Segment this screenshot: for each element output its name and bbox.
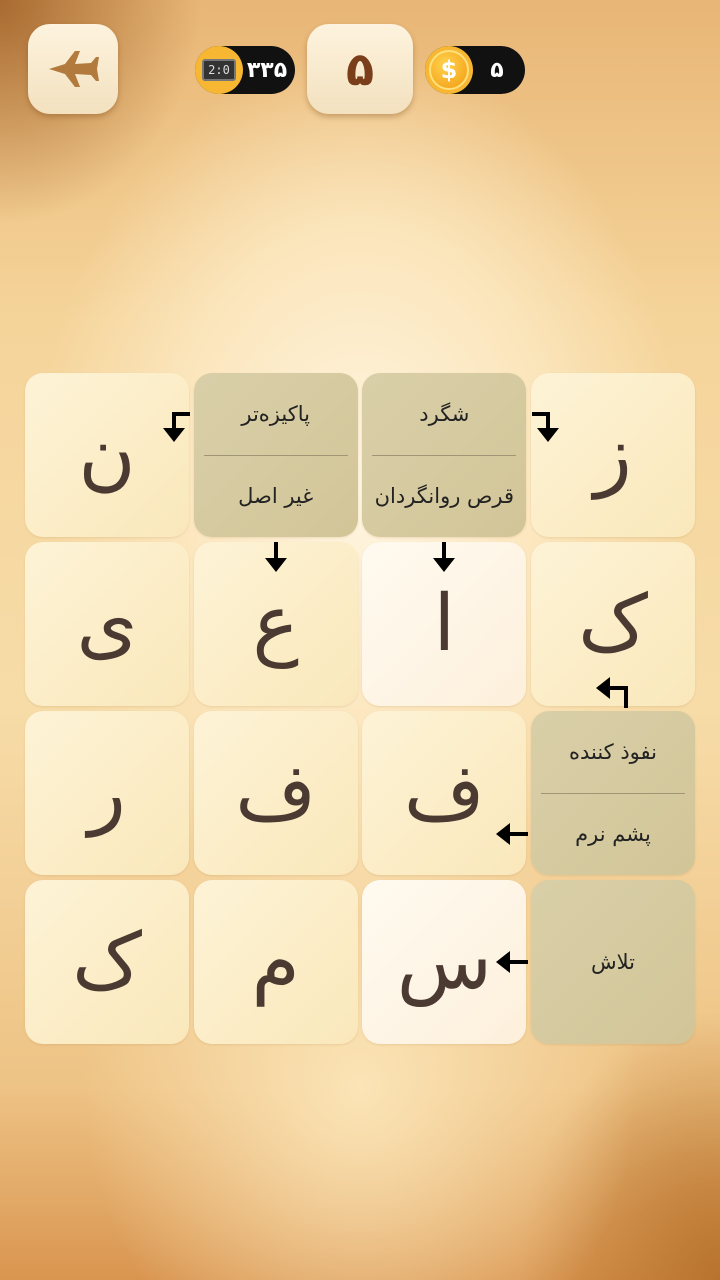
grid-cell[interactable]: ر bbox=[25, 711, 189, 875]
clue-text: نفوذ کننده bbox=[568, 739, 657, 764]
clue-text: پشم نرم bbox=[575, 822, 651, 847]
clue-cell: تلاش bbox=[530, 880, 695, 1044]
score-pill: 2:0 ۳۳۵ bbox=[195, 46, 295, 94]
clue-cell: پاکیزه‌تر غیر اصل bbox=[193, 373, 358, 537]
coins-pill[interactable]: $ ۵ bbox=[425, 46, 525, 94]
grid-cell[interactable]: م bbox=[193, 880, 358, 1044]
grid-cell[interactable]: ی bbox=[25, 542, 189, 706]
arrow-up-left-icon bbox=[596, 677, 628, 708]
cell-letter: ز bbox=[594, 410, 632, 500]
cell-letter: م bbox=[251, 917, 300, 1007]
coins-value: ۵ bbox=[490, 57, 504, 83]
arrow-left-icon bbox=[496, 951, 528, 973]
clock-icon: 2:0 bbox=[195, 46, 243, 94]
coin-face: $ bbox=[429, 50, 469, 90]
cell-letter: ن bbox=[78, 410, 136, 500]
cell-letter: ا bbox=[433, 579, 456, 669]
cell-letter: ف bbox=[403, 748, 485, 838]
arrow-down-icon bbox=[433, 542, 455, 572]
grid-cell[interactable]: ن bbox=[25, 373, 189, 537]
clue-text: پاکیزه‌تر bbox=[241, 401, 310, 426]
clue-cell: شگرد قرص روانگردان bbox=[362, 373, 527, 537]
clue-text: قرص روانگردان bbox=[374, 484, 515, 509]
cell-letter: ی bbox=[76, 579, 138, 669]
clue-cell: نفوذ کننده پشم نرم bbox=[530, 711, 695, 875]
level-number: ۵ bbox=[307, 24, 413, 114]
cell-letter: ر bbox=[88, 748, 126, 838]
clue-text: غیر اصل bbox=[238, 484, 314, 509]
arrow-right-down-icon bbox=[532, 412, 559, 442]
cell-letter: ک bbox=[72, 917, 142, 1007]
airplane-back-icon bbox=[49, 51, 99, 87]
clue-text: تلاش bbox=[590, 950, 635, 974]
back-button[interactable] bbox=[28, 24, 118, 114]
cell-letter: ف bbox=[235, 748, 317, 838]
clue-text: شگرد bbox=[419, 401, 470, 426]
cell-letter: ک bbox=[578, 579, 648, 669]
cell-letter: ع bbox=[252, 579, 299, 669]
cell-letter: س bbox=[396, 917, 492, 1007]
arrow-left-icon bbox=[496, 823, 528, 845]
score-value: ۳۳۵ bbox=[246, 57, 288, 83]
arrow-down-icon bbox=[265, 542, 287, 572]
coin-icon: $ bbox=[425, 46, 473, 94]
grid-cell[interactable]: ز bbox=[530, 373, 695, 537]
arrow-left-down-icon bbox=[163, 412, 190, 442]
grid-cell[interactable]: ک bbox=[25, 880, 189, 1044]
grid-cell[interactable]: ف bbox=[193, 711, 358, 875]
clock-face: 2:0 bbox=[202, 59, 236, 81]
